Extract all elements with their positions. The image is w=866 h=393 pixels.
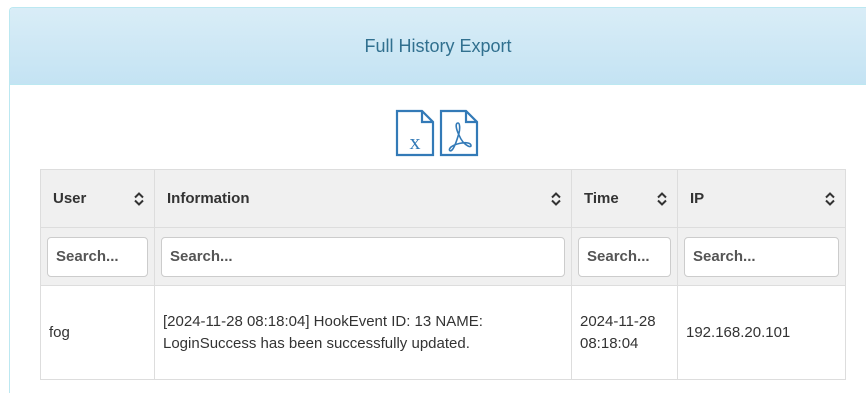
sort-icon [134, 191, 144, 206]
search-input-user[interactable] [47, 236, 148, 277]
column-header-ip[interactable]: IP [677, 169, 846, 228]
sort-icon [551, 191, 561, 206]
search-input-ip[interactable] [684, 236, 839, 277]
table-row: fog [2024-11-28 08:18:04] HookEvent ID: … [40, 285, 846, 380]
filter-row [40, 227, 846, 286]
excel-letter: x [410, 129, 421, 154]
cell-user: fog [40, 285, 155, 380]
column-header-information[interactable]: Information [154, 169, 572, 228]
filter-cell-user [40, 227, 155, 286]
sort-icon [825, 191, 835, 206]
history-table: User Information Time IP Search... Searc… [40, 169, 846, 380]
pdf-export-button[interactable] [439, 109, 479, 157]
search-input-information[interactable] [161, 236, 565, 277]
panel-title: Full History Export [364, 35, 512, 56]
column-header-user[interactable]: User [40, 169, 155, 228]
filter-cell-information [154, 227, 572, 286]
search-input-time[interactable] [578, 236, 671, 277]
cell-time: 2024-11-28 08:18:04 [571, 285, 678, 380]
excel-file-icon: x [395, 109, 435, 157]
excel-export-button[interactable]: x [395, 109, 435, 157]
export-toolbar: x [395, 109, 479, 157]
sort-icon [657, 191, 667, 206]
filter-cell-ip [677, 227, 846, 286]
column-header-label: Time [584, 190, 619, 207]
column-header-label: User [53, 190, 87, 207]
panel-heading: Full History Export [10, 8, 866, 85]
column-header-time[interactable]: Time [571, 169, 678, 228]
filter-cell-time [571, 227, 678, 286]
pdf-file-icon [439, 109, 479, 157]
header-row: User Information Time IP [40, 169, 846, 228]
cell-ip: 192.168.20.101 [677, 285, 846, 380]
column-header-label: Information [167, 190, 250, 207]
column-header-label: IP [690, 190, 705, 207]
cell-information: [2024-11-28 08:18:04] HookEvent ID: 13 N… [154, 285, 572, 380]
